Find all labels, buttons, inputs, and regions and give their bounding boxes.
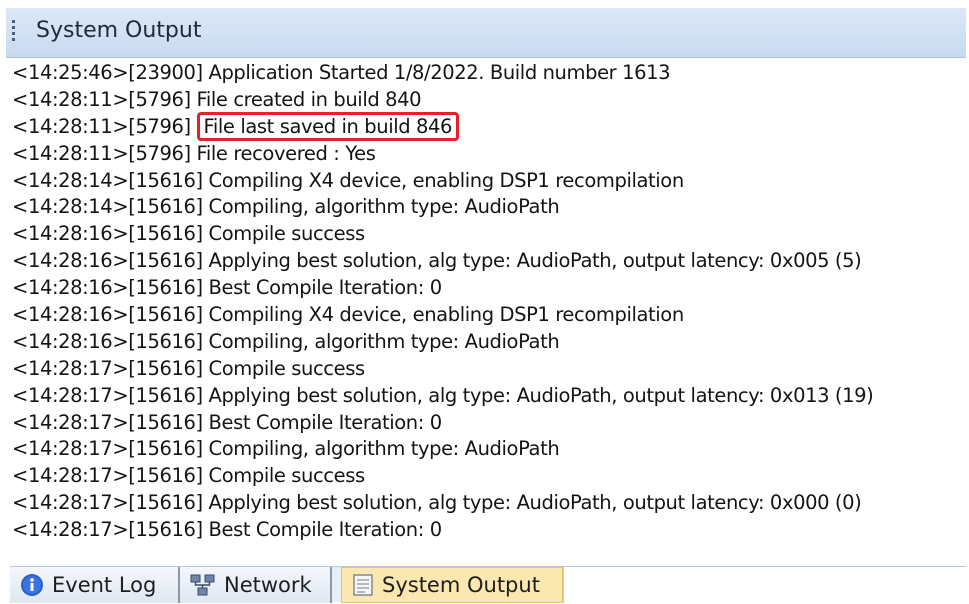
log-line: <14:28:16>[15616] Compiling, algorithm t… [12, 329, 560, 353]
panel-title: System Output [36, 18, 202, 43]
log-line: <14:28:17>[15616] Best Compile Iteration… [12, 518, 442, 542]
tab-event-log[interactable]: Event Log [10, 567, 180, 603]
drag-grip-icon[interactable] [12, 20, 16, 48]
log-line: <14:28:17>[15616] Applying best solution… [12, 491, 862, 515]
log-line-prefix: <14:28:11>[5796] [12, 114, 197, 138]
tab-system-output[interactable]: System Output [341, 567, 563, 603]
tab-event-log-label: Event Log [52, 573, 157, 597]
info-icon [21, 574, 43, 596]
log-line: <14:28:16>[15616] Compiling X4 device, e… [12, 303, 684, 327]
network-icon [190, 574, 215, 596]
log-line: <14:28:17>[15616] Compiling, algorithm t… [12, 437, 560, 461]
log-line: <14:28:16>[15616] Compile success [12, 222, 365, 246]
log-line: <14:28:17>[15616] Compile success [12, 464, 365, 488]
log-line: <14:28:16>[15616] Applying best solution… [12, 249, 862, 273]
log-line: <14:28:17>[15616] Best Compile Iteration… [12, 410, 442, 434]
tab-network[interactable]: Network [180, 567, 332, 603]
log-line: <14:25:46>[23900] Application Started 1/… [12, 61, 671, 84]
log-line: <14:28:11>[5796] File created in build 8… [12, 87, 422, 111]
log-line: <14:28:17>[15616] Compile success [12, 356, 365, 380]
bottom-tab-bar: Event Log Network System Output [10, 566, 967, 603]
log-line: <14:28:14>[15616] Compiling, algorithm t… [12, 195, 560, 219]
document-icon [353, 574, 373, 596]
log-line: <14:28:11>[5796] File last saved in buil… [12, 111, 962, 141]
log-line: <14:28:14>[15616] Compiling X4 device, e… [12, 168, 684, 192]
log-line: <14:28:17>[15616] Applying best solution… [12, 383, 874, 407]
panel-header[interactable]: System Output [6, 8, 966, 58]
tab-network-label: Network [224, 573, 312, 597]
log-line: <14:28:11>[5796] File recovered : Yes [12, 141, 376, 165]
tab-system-output-label: System Output [382, 573, 540, 597]
log-output[interactable]: <14:25:46>[23900] Application Started 1/… [12, 60, 962, 548]
tab-bar-empty-area [563, 567, 967, 603]
log-line: <14:28:16>[15616] Best Compile Iteration… [12, 276, 442, 300]
highlighted-log-text: File last saved in build 846 [196, 111, 460, 141]
system-output-window: System Output <14:25:46>[23900] Applicat… [0, 0, 969, 604]
